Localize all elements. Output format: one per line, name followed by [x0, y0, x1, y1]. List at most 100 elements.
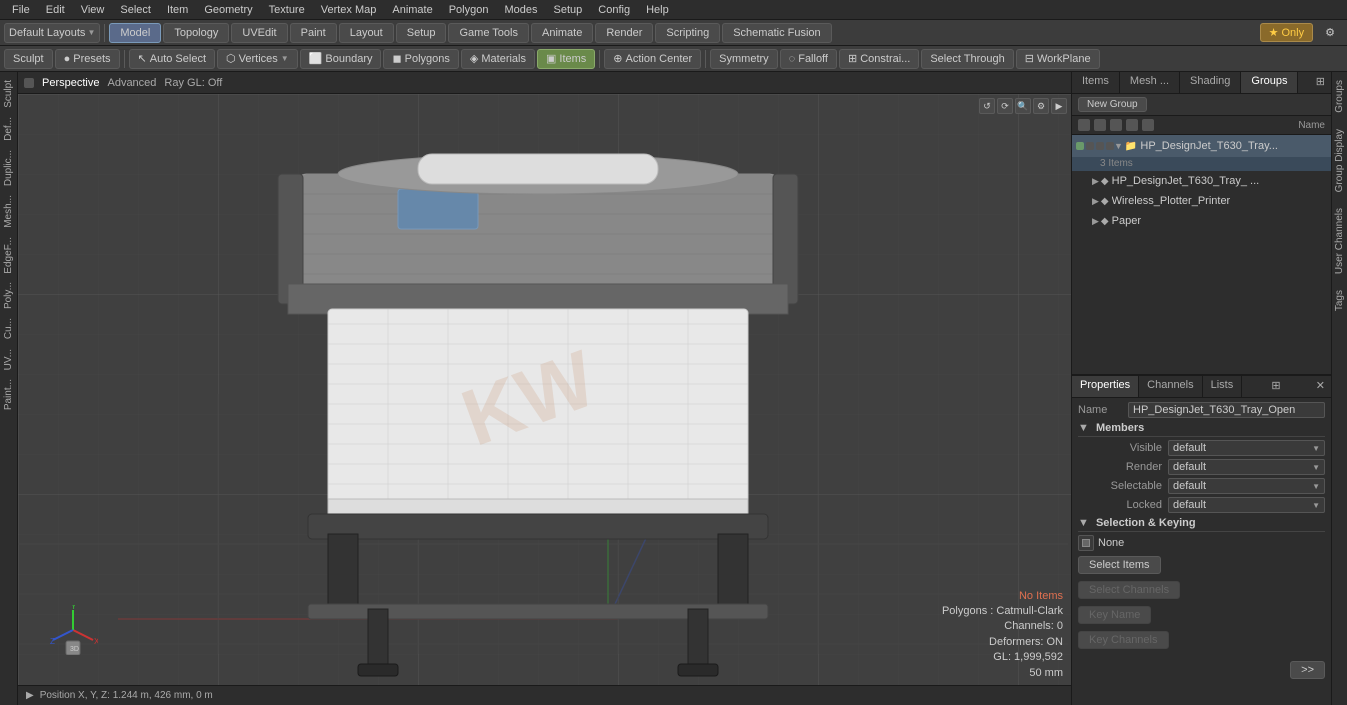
menu-vertex-map[interactable]: Vertex Map	[313, 2, 385, 18]
key-name-button[interactable]: Key Name	[1078, 606, 1151, 624]
render-dropdown[interactable]: default ▼	[1168, 459, 1325, 475]
tab-layout[interactable]: Layout	[339, 23, 394, 43]
tab-game-tools[interactable]: Game Tools	[448, 23, 529, 43]
group-eye-icon[interactable]	[1078, 119, 1090, 131]
sidebar-edgef[interactable]: EdgeF...	[1, 233, 16, 278]
menu-polygon[interactable]: Polygon	[441, 2, 497, 18]
sidebar-def[interactable]: Def...	[1, 113, 16, 145]
tab-lists[interactable]: Lists	[1203, 376, 1243, 397]
menu-texture[interactable]: Texture	[261, 2, 313, 18]
tab-uvedit[interactable]: UVEdit	[231, 23, 287, 43]
tab-mesh[interactable]: Mesh ...	[1120, 72, 1180, 93]
sculpt-button[interactable]: Sculpt	[4, 49, 53, 69]
select-channels-button[interactable]: Select Channels	[1078, 581, 1180, 599]
boundary-button[interactable]: ⬜ Boundary	[300, 49, 382, 69]
tab-render[interactable]: Render	[595, 23, 653, 43]
settings-icon[interactable]: ⚙	[1317, 24, 1343, 41]
sidebar-sculpt[interactable]: Sculpt	[1, 76, 16, 112]
tab-setup[interactable]: Setup	[396, 23, 447, 43]
locked-dropdown[interactable]: default ▼	[1168, 497, 1325, 513]
orbit-icon[interactable]: ↺	[979, 98, 995, 114]
zoom-icon[interactable]: 🔍	[1015, 98, 1031, 114]
auto-select-button[interactable]: ↖ Auto Select	[129, 49, 215, 69]
tree-child-1[interactable]: ▶ ◆ HP_DesignJet_T630_Tray_ ...	[1072, 171, 1331, 191]
menu-view[interactable]: View	[73, 2, 113, 18]
group-sel-icon[interactable]	[1126, 119, 1138, 131]
key-channels-button[interactable]: Key Channels	[1078, 631, 1169, 649]
group-options-icon[interactable]	[1142, 119, 1154, 131]
viewport-raygl-label[interactable]: Ray GL: Off	[164, 77, 222, 89]
refresh-icon[interactable]: ⟳	[997, 98, 1013, 114]
select-through-button[interactable]: Select Through	[921, 49, 1013, 69]
tree-child-3[interactable]: ▶ ◆ Paper	[1072, 211, 1331, 231]
new-group-button[interactable]: New Group	[1078, 97, 1147, 112]
action-center-button[interactable]: ⊕ Action Center	[604, 49, 701, 69]
constraint-button[interactable]: ⊞ Constrai...	[839, 49, 919, 69]
tree-expand-icon-3[interactable]: ▶	[1092, 216, 1099, 227]
sidebar-duplic[interactable]: Duplic...	[1, 146, 16, 190]
arrow-button[interactable]: >>	[1290, 661, 1325, 679]
layout-dropdown[interactable]: Default Layouts ▼	[4, 23, 100, 43]
menu-select[interactable]: Select	[112, 2, 159, 18]
sidebar-poly[interactable]: Poly...	[1, 278, 16, 313]
sidebar-mesh[interactable]: Mesh...	[1, 191, 16, 232]
group-render-icon[interactable]	[1094, 119, 1106, 131]
menu-help[interactable]: Help	[638, 2, 677, 18]
sel-icon-box[interactable]	[1078, 535, 1094, 551]
strip-user-channels[interactable]: User Channels	[1332, 200, 1347, 282]
vertices-button[interactable]: ⬡ Vertices ▼	[217, 49, 298, 69]
menu-setup[interactable]: Setup	[546, 2, 591, 18]
sidebar-uv[interactable]: UV...	[1, 345, 16, 374]
strip-groups[interactable]: Groups	[1332, 72, 1347, 121]
tab-paint[interactable]: Paint	[290, 23, 337, 43]
polygons-button[interactable]: ◼ Polygons	[383, 49, 458, 69]
tab-topology[interactable]: Topology	[163, 23, 229, 43]
workplane-button[interactable]: ⊟ WorkPlane	[1016, 49, 1100, 69]
tab-scripting[interactable]: Scripting	[655, 23, 720, 43]
tree-collapse-icon[interactable]: ▼	[1114, 141, 1123, 151]
menu-item[interactable]: Item	[159, 2, 196, 18]
menu-edit[interactable]: Edit	[38, 2, 73, 18]
viewport-canvas[interactable]: KW ↺ ⟳ 🔍 ⚙ ▶ No Items Polygons : Catmull…	[18, 94, 1071, 685]
tab-groups[interactable]: Groups	[1241, 72, 1298, 93]
materials-button[interactable]: ◈ Materials	[461, 49, 535, 69]
symmetry-button[interactable]: Symmetry	[710, 49, 778, 69]
items-button[interactable]: ▣ Items	[537, 49, 595, 69]
tree-child-2[interactable]: ▶ ◆ Wireless_Plotter_Printer	[1072, 191, 1331, 211]
tab-shading[interactable]: Shading	[1180, 72, 1241, 93]
group-lock-icon[interactable]	[1110, 119, 1122, 131]
strip-group-display[interactable]: Group Display	[1332, 121, 1347, 200]
tab-channels[interactable]: Channels	[1139, 376, 1202, 397]
members-section[interactable]: ▼ Members	[1078, 422, 1325, 437]
select-items-button[interactable]: Select Items	[1078, 556, 1161, 574]
settings-vp-icon[interactable]: ⚙	[1033, 98, 1049, 114]
tab-animate[interactable]: Animate	[531, 23, 593, 43]
menu-animate[interactable]: Animate	[384, 2, 440, 18]
viewport-dot[interactable]	[24, 78, 34, 88]
groups-expand-icon[interactable]: ⊞	[1310, 72, 1331, 93]
tab-properties[interactable]: Properties	[1072, 376, 1139, 397]
name-prop-value[interactable]: HP_DesignJet_T630_Tray_Open	[1128, 402, 1325, 418]
falloff-button[interactable]: ◌ Falloff	[780, 49, 837, 69]
menu-config[interactable]: Config	[590, 2, 638, 18]
selectable-dropdown[interactable]: default ▼	[1168, 478, 1325, 494]
tab-items[interactable]: Items	[1072, 72, 1120, 93]
presets-button[interactable]: ● Presets	[55, 49, 120, 69]
expand-vp-icon[interactable]: ▶	[1051, 98, 1067, 114]
props-expand-icon[interactable]: ⊞	[1265, 376, 1286, 397]
menu-modes[interactable]: Modes	[496, 2, 545, 18]
tab-schematic[interactable]: Schematic Fusion	[722, 23, 831, 43]
sidebar-cu[interactable]: Cu...	[1, 314, 16, 343]
props-close-icon[interactable]: ✕	[1310, 376, 1331, 397]
menu-file[interactable]: File	[4, 2, 38, 18]
tree-expand-icon-2[interactable]: ▶	[1092, 196, 1099, 207]
viewport-advanced-label[interactable]: Advanced	[107, 77, 156, 89]
sidebar-paint[interactable]: Paint...	[1, 375, 16, 414]
strip-tags[interactable]: Tags	[1332, 282, 1347, 319]
visible-dropdown[interactable]: default ▼	[1168, 440, 1325, 456]
tree-group-row[interactable]: ▼ 📁 HP_DesignJet_T630_Tray...	[1072, 135, 1331, 157]
sel-keying-section[interactable]: ▼ Selection & Keying	[1078, 517, 1325, 532]
tree-expand-icon-1[interactable]: ▶	[1092, 176, 1099, 187]
viewport-perspective-label[interactable]: Perspective	[42, 77, 99, 89]
tab-model[interactable]: Model	[109, 23, 161, 43]
